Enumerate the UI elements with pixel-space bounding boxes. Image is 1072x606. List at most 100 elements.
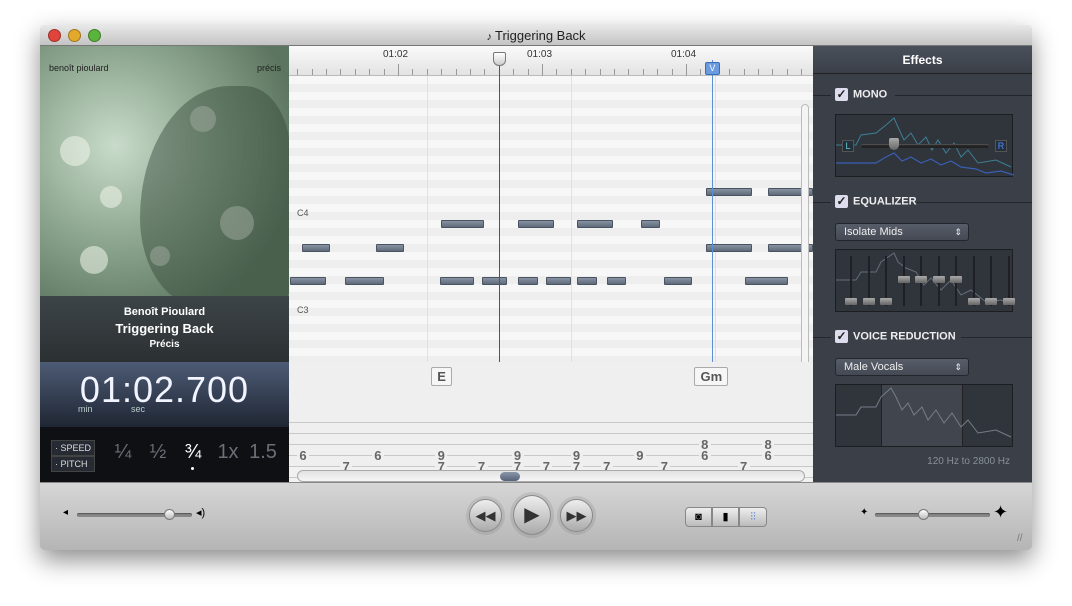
- speed-option[interactable]: 1x: [213, 441, 243, 464]
- ruler-tick: [743, 69, 745, 75]
- ruler-tick: [585, 69, 587, 75]
- minimize-button[interactable]: [68, 29, 81, 42]
- eq-band-knob[interactable]: [897, 275, 910, 283]
- transcription-view[interactable]: 01:0201:0301:04 C4C3C2 67697797797797867…: [289, 46, 813, 482]
- note-block[interactable]: [517, 276, 538, 285]
- pitch-mode-button[interactable]: · PITCH: [51, 456, 95, 472]
- speed-option[interactable]: 1.5: [248, 441, 278, 464]
- horizontal-scrollbar[interactable]: [297, 470, 805, 482]
- ruler-tick: [369, 69, 371, 75]
- speed-option[interactable]: ¼: [108, 441, 138, 464]
- note-block[interactable]: [606, 276, 626, 285]
- eq-band-knob[interactable]: [880, 298, 892, 305]
- note-block[interactable]: [301, 244, 331, 253]
- note-block[interactable]: [376, 244, 404, 253]
- voice-preset-select[interactable]: Male Vocals ⇕: [835, 358, 969, 376]
- speed-option[interactable]: ¾: [178, 441, 208, 464]
- ruler-tick: [729, 69, 731, 75]
- note-block[interactable]: [441, 220, 485, 229]
- note-block[interactable]: [290, 276, 326, 285]
- ruler-tick: [671, 69, 673, 75]
- note-block[interactable]: [546, 276, 571, 285]
- scroll-thumb[interactable]: [500, 472, 520, 481]
- album-name: Précis: [149, 339, 180, 350]
- ruler-tick: [686, 64, 687, 76]
- speed-mode-button[interactable]: · SPEED: [51, 440, 95, 456]
- effects-toggle-button[interactable]: ⫶⫶: [739, 507, 767, 527]
- note-block[interactable]: [745, 276, 789, 285]
- rewind-button[interactable]: ◀◀: [469, 499, 502, 532]
- play-button[interactable]: ▶: [513, 495, 551, 535]
- eq-band-knob[interactable]: [950, 275, 962, 283]
- note-block[interactable]: [664, 276, 692, 285]
- bottom-toolbar: ◂ ◂) ◀◀ ▶ ▶▶ ◙ ▮ ⫶⫶ ✦ ✦ //: [40, 482, 1032, 550]
- fast-forward-icon: ▶▶: [566, 508, 587, 523]
- eq-band-knob[interactable]: [862, 298, 875, 305]
- tab-string: [289, 433, 813, 434]
- fast-forward-button[interactable]: ▶▶: [560, 499, 593, 532]
- eq-band-knob[interactable]: [915, 275, 927, 283]
- volume-knob[interactable]: [164, 509, 175, 520]
- equalizer-checkbox[interactable]: ✓ EQUALIZER: [835, 195, 917, 208]
- ruler-tick: [556, 69, 558, 75]
- pitch-label: C4: [297, 208, 309, 218]
- ruler-tick: [758, 69, 759, 75]
- ruler-tick: [426, 69, 428, 75]
- tab-string: [289, 422, 813, 423]
- loop-marker-handle[interactable]: V: [704, 62, 720, 75]
- updown-icon: ⇕: [954, 227, 962, 237]
- note-block[interactable]: [576, 220, 613, 229]
- note-block[interactable]: [439, 276, 475, 285]
- pan-slider-knob[interactable]: [889, 138, 900, 150]
- note-block[interactable]: [576, 276, 597, 285]
- notes-button[interactable]: ▮: [712, 507, 739, 527]
- zoom-button[interactable]: [88, 29, 101, 42]
- zoom-out-waveform-icon: ✦: [860, 507, 869, 518]
- beat-line: [570, 76, 572, 362]
- note-block[interactable]: [517, 220, 554, 229]
- note-block[interactable]: [706, 187, 753, 196]
- vertical-scrollbar[interactable]: [801, 104, 809, 374]
- equalizer-preset-select[interactable]: Isolate Mids ⇕: [835, 223, 969, 241]
- piano-roll[interactable]: C4C3C2: [289, 76, 813, 362]
- close-button[interactable]: [48, 29, 61, 42]
- speed-option[interactable]: ½: [143, 441, 173, 464]
- ruler-tick: [513, 69, 515, 75]
- tab-fret: 6: [371, 449, 384, 462]
- ruler-tick: [657, 69, 659, 75]
- ruler-tick: [484, 69, 486, 75]
- eq-band-knob[interactable]: [967, 298, 980, 305]
- selected-dot: [191, 467, 194, 470]
- chord-label: E: [431, 367, 452, 386]
- note-block[interactable]: [706, 244, 753, 253]
- timeline-ruler[interactable]: 01:02 01:03 01:04: [289, 46, 813, 76]
- ruler-tick: [700, 69, 702, 75]
- eq-band-knob[interactable]: [932, 275, 945, 283]
- note-block[interactable]: [641, 220, 661, 229]
- voice-range-label: 120 Hz to 2800 Hz: [927, 456, 1010, 467]
- voice-reduction-checkbox[interactable]: ✓ VOICE REDUCTION: [835, 330, 956, 343]
- check-icon: ✓: [835, 87, 848, 101]
- tab-fret: 6: [762, 449, 775, 462]
- playhead-handle[interactable]: [492, 52, 506, 66]
- mono-checkbox[interactable]: ✓ MONO: [835, 88, 887, 101]
- ruler-tick: [599, 69, 601, 75]
- track-title: Triggering Back: [115, 321, 214, 336]
- snapshot-button[interactable]: ◙: [685, 507, 712, 527]
- playhead-line: [498, 60, 500, 362]
- note-block[interactable]: [344, 276, 384, 285]
- eq-band-knob[interactable]: [1002, 298, 1015, 305]
- zoom-slider[interactable]: [875, 513, 990, 517]
- zoom-knob[interactable]: [918, 509, 930, 520]
- note-block[interactable]: [481, 276, 508, 285]
- sliders-icon: ⫶⫶: [750, 511, 756, 523]
- window-title: Triggering Back: [495, 28, 586, 43]
- eq-band-knob[interactable]: [845, 298, 857, 305]
- resize-grip-icon[interactable]: //: [1017, 533, 1023, 544]
- ruler-tick: [527, 69, 529, 75]
- speed-controls: · SPEED · PITCH ¼ ½ ¾ 1x 1.5: [40, 427, 289, 482]
- mono-pan-panel: L R: [835, 114, 1014, 177]
- voice-range-panel[interactable]: [835, 384, 1013, 447]
- eq-band-knob[interactable]: [985, 298, 997, 305]
- beat-line: [714, 76, 716, 362]
